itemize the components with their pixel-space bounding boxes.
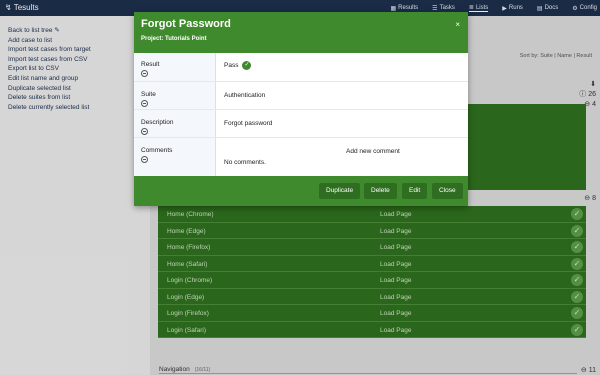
duplicate-button[interactable]: Duplicate [319, 183, 361, 199]
result-label: Result [141, 61, 159, 77]
description-label-text: Description [141, 119, 174, 126]
result-value-text: Pass [224, 62, 239, 70]
delete-button[interactable]: Delete [364, 183, 397, 199]
comments-label: Comments [141, 147, 172, 163]
collapse-icon[interactable] [141, 70, 148, 77]
test-case-modal: Forgot Password Project: Tutorials Point… [134, 12, 468, 206]
suite-label: Suite [141, 91, 156, 107]
modal-project: Project: Tutorials Point [141, 36, 207, 42]
modal-footer: Duplicate Delete Edit Close [134, 176, 468, 206]
field-labels: Result Suite Description Comments [134, 53, 216, 176]
close-button[interactable]: Close [432, 183, 463, 199]
add-comment-button[interactable]: Add new comment [346, 148, 400, 155]
suite-value: Authentication [224, 92, 266, 99]
modal-body: Result Suite Description Comments Pass ✓ … [134, 53, 468, 176]
collapse-icon[interactable] [141, 156, 148, 163]
description-value: Forgot password [224, 120, 273, 127]
comments-label-text: Comments [141, 147, 173, 154]
comments-value: No comments. [224, 159, 266, 166]
collapse-icon[interactable] [141, 100, 148, 107]
modal-title: Forgot Password [141, 18, 231, 30]
suite-label-text: Suite [141, 91, 156, 98]
divider [134, 137, 468, 138]
result-label-text: Result [141, 61, 160, 68]
divider [134, 109, 468, 110]
modal-header: Forgot Password Project: Tutorials Point… [134, 12, 468, 53]
description-label: Description [141, 119, 174, 135]
pass-check-icon: ✓ [242, 61, 252, 70]
result-value: Pass ✓ [224, 61, 252, 70]
divider [134, 81, 468, 82]
edit-button[interactable]: Edit [402, 183, 428, 199]
collapse-icon[interactable] [141, 128, 148, 135]
close-icon[interactable]: × [455, 20, 460, 29]
